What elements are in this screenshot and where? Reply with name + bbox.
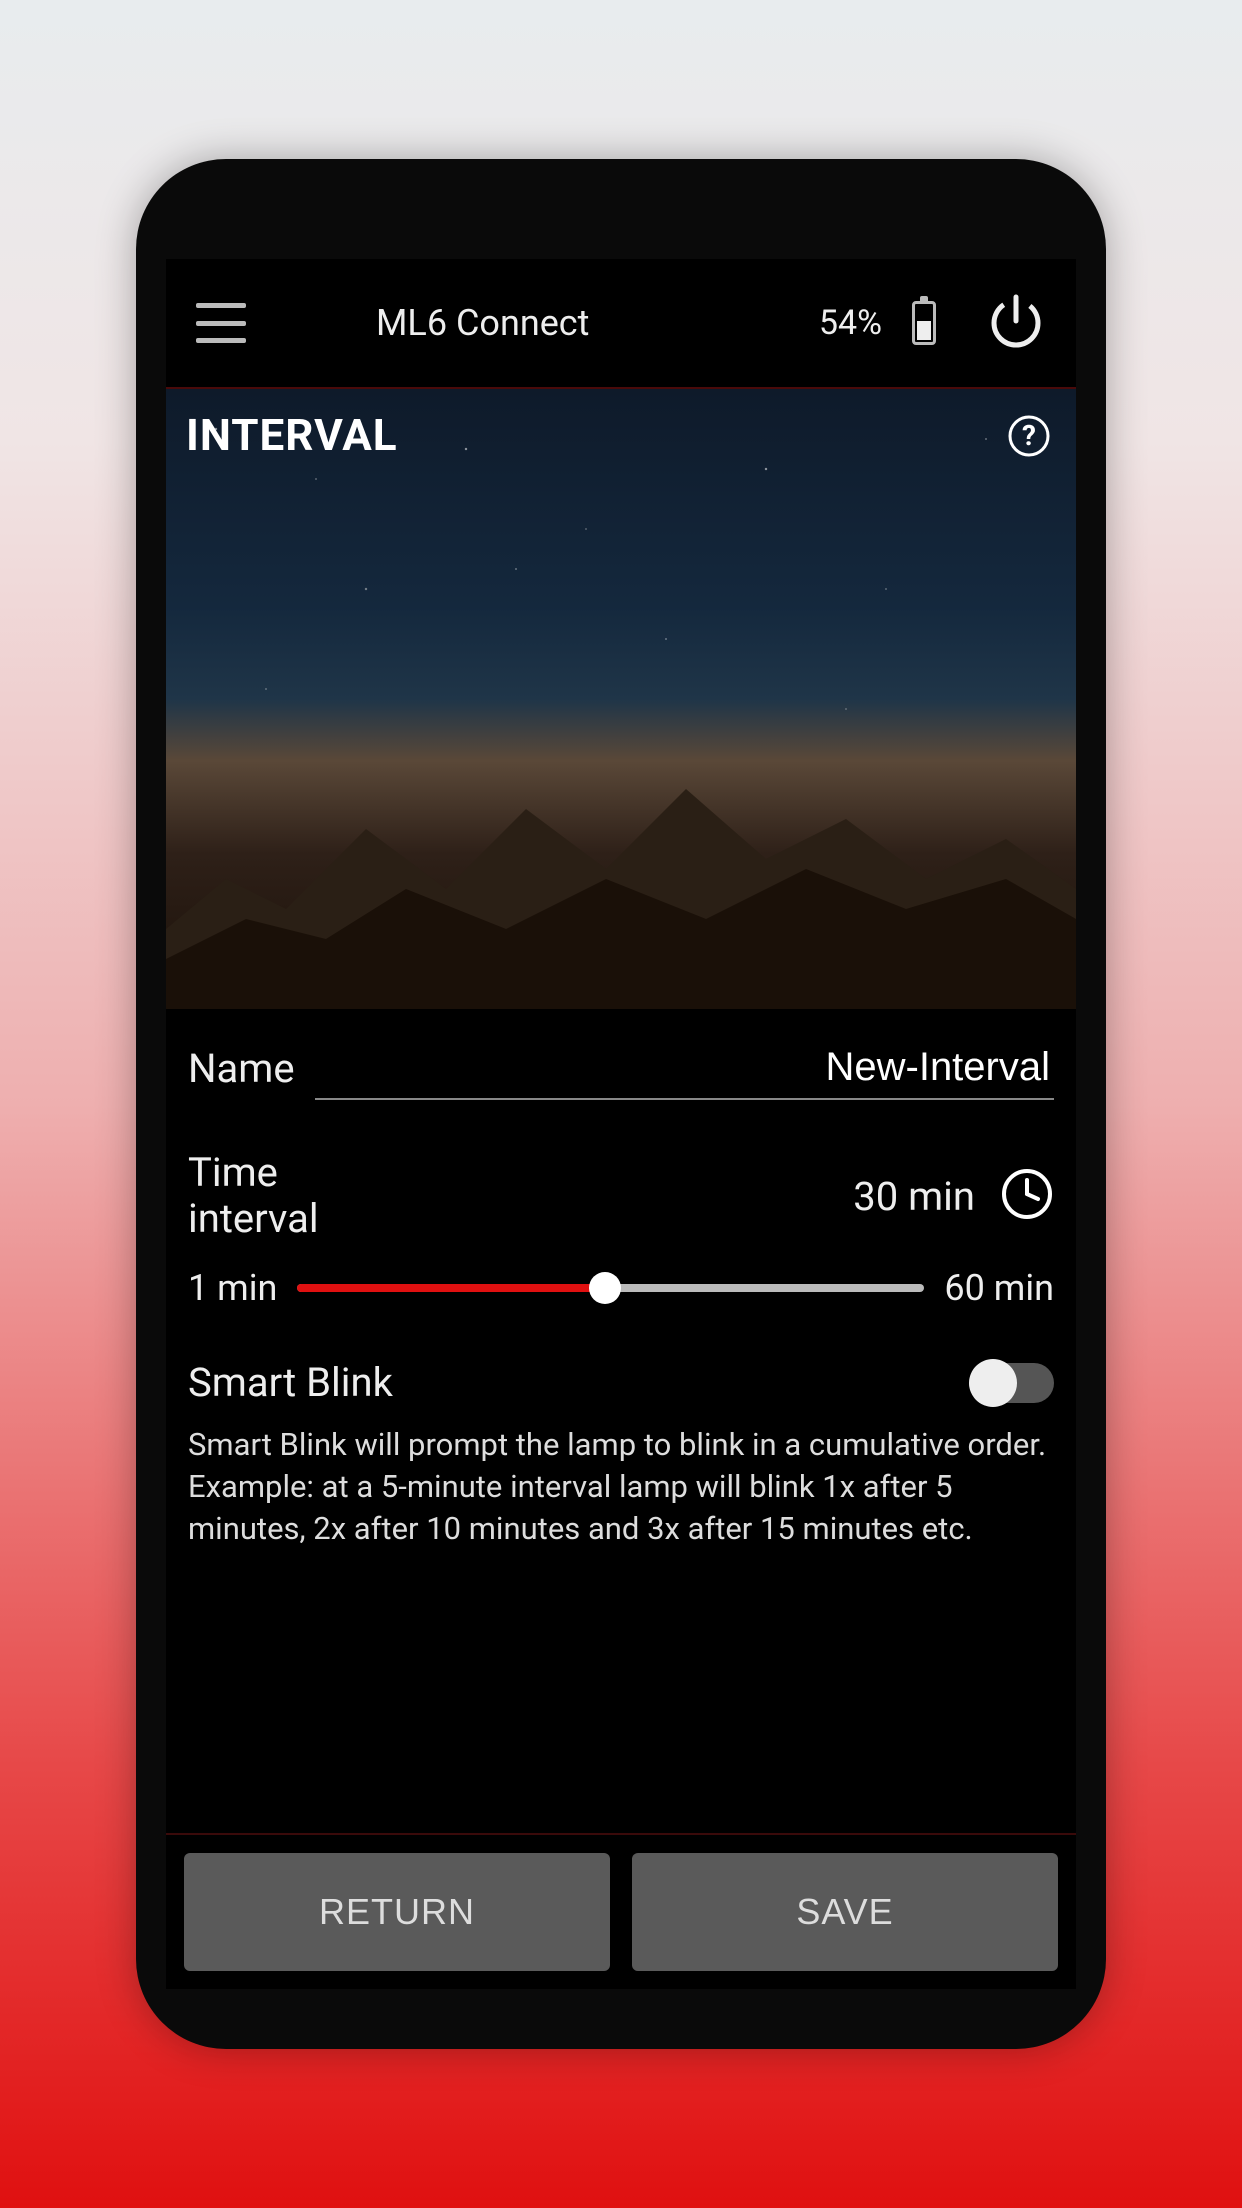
app-screen: ML6 Connect 54% INTERVAL ?	[166, 259, 1076, 1989]
slider-max-label: 60 min	[944, 1267, 1054, 1309]
top-bar: ML6 Connect 54%	[166, 259, 1076, 389]
smart-blink-description: Smart Blink will prompt the lamp to blin…	[188, 1424, 1054, 1550]
phone-frame: ML6 Connect 54% INTERVAL ?	[136, 159, 1106, 2049]
battery-icon	[912, 301, 936, 345]
hero-image: INTERVAL ?	[166, 389, 1076, 1009]
smart-blink-label: Smart Blink	[188, 1359, 393, 1406]
return-button[interactable]: RETURN	[184, 1853, 610, 1971]
menu-icon[interactable]	[196, 303, 246, 343]
time-interval-slider[interactable]	[297, 1273, 924, 1303]
slider-min-label: 1 min	[188, 1267, 277, 1309]
save-button[interactable]: SAVE	[632, 1853, 1058, 1971]
name-input[interactable]	[315, 1037, 1054, 1100]
name-panel: Name	[166, 1017, 1076, 1120]
slider-thumb[interactable]	[589, 1272, 621, 1304]
svg-text:?: ?	[1022, 419, 1036, 452]
section-title: INTERVAL	[186, 409, 398, 461]
smart-blink-panel: Smart Blink Smart Blink will prompt the …	[166, 1339, 1076, 1574]
battery-percent: 54%	[819, 303, 882, 343]
time-interval-panel: Time interval 30 min 1 min	[166, 1130, 1076, 1329]
time-interval-value: 30 min	[853, 1173, 975, 1220]
time-interval-label: Time interval	[188, 1150, 319, 1242]
footer-buttons: RETURN SAVE	[166, 1833, 1076, 1989]
name-label: Name	[188, 1045, 295, 1092]
clock-icon[interactable]	[1000, 1167, 1054, 1225]
power-icon[interactable]	[986, 291, 1046, 355]
smart-blink-toggle[interactable]	[969, 1363, 1054, 1403]
app-title: ML6 Connect	[376, 302, 589, 344]
help-icon[interactable]: ?	[1007, 414, 1051, 462]
